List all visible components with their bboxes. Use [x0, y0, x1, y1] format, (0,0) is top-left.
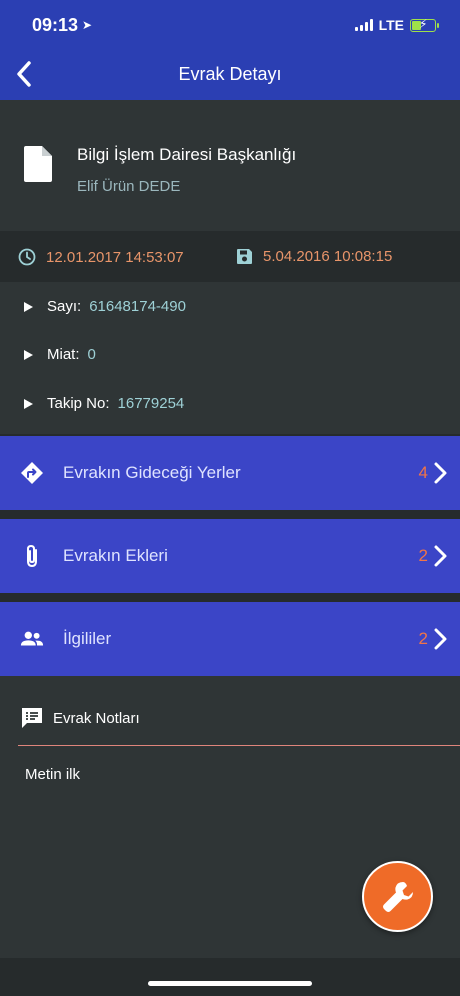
- nav-label: İlgililer: [63, 629, 112, 648]
- page-title: Evrak Detayı: [178, 64, 282, 84]
- app-header: 09:13 ➤ LTE ⚡ Evrak Detayı: [0, 0, 460, 100]
- info-value: 61648174-490: [89, 298, 186, 315]
- bullet-triangle-icon: [24, 398, 33, 409]
- created-date: 12.01.2017 14:53:07: [18, 248, 184, 266]
- info-row-takip-no: Takip No: 16779254: [24, 395, 184, 412]
- nav-row-ekler[interactable]: Evrakın Ekleri 2: [0, 519, 460, 593]
- tools-fab-button[interactable]: [362, 861, 433, 932]
- notes-text: Metin ilk: [25, 766, 81, 783]
- status-time: 09:13 ➤: [32, 15, 92, 36]
- notes-icon: [22, 708, 42, 728]
- bullet-triangle-icon: [24, 349, 33, 360]
- document-owner: Elif Ürün DEDE: [77, 178, 181, 195]
- chevron-right-icon: [434, 462, 447, 484]
- battery-icon: ⚡: [410, 17, 439, 32]
- notes-title: Evrak Notları: [53, 710, 140, 727]
- nav-count-badge: 2: [418, 629, 428, 648]
- saved-date-text: 5.04.2016 10:08:15: [263, 248, 393, 265]
- nav-label: Evrakın Ekleri: [63, 546, 168, 565]
- created-date-text: 12.01.2017 14:53:07: [46, 248, 184, 266]
- status-time-text: 09:13: [32, 15, 79, 35]
- document-card: [0, 100, 460, 230]
- info-label: Miat:: [47, 346, 80, 363]
- nav-row-gidecegi-yerler[interactable]: Evrakın Gideceği Yerler 4: [0, 436, 460, 510]
- paperclip-icon: [20, 544, 44, 568]
- info-label: Sayı:: [47, 298, 82, 315]
- status-indicators: LTE ⚡: [354, 17, 439, 33]
- chevron-right-icon: [434, 628, 447, 650]
- divider: [0, 510, 460, 519]
- clock-icon: [18, 248, 36, 266]
- info-row-sayi: Sayı: 61648174-490: [24, 298, 186, 315]
- bottom-bar: [0, 958, 460, 996]
- signal-icon: [354, 19, 373, 31]
- notes-header: Evrak Notları: [0, 696, 460, 746]
- divider: [0, 593, 460, 602]
- info-value: 0: [87, 346, 96, 363]
- info-value: 16779254: [117, 395, 185, 412]
- wrench-icon: [382, 881, 413, 912]
- save-icon: [237, 249, 252, 264]
- directions-icon: [20, 461, 44, 485]
- nav-count-badge: 4: [418, 463, 428, 482]
- nav-row-ilgililer[interactable]: İlgililer 2: [0, 602, 460, 676]
- chevron-right-icon: [434, 545, 447, 567]
- info-row-miat: Miat: 0: [24, 346, 96, 363]
- network-type: LTE: [378, 17, 404, 33]
- dates-bar: 12.01.2017 14:53:07 5.04.2016 10:08:15: [0, 231, 460, 282]
- info-label: Takip No:: [47, 395, 110, 412]
- location-arrow-icon: ➤: [82, 18, 93, 32]
- notes-divider: [18, 745, 460, 746]
- home-indicator[interactable]: [148, 981, 312, 986]
- people-icon: [20, 627, 44, 651]
- info-section: Sayı: 61648174-490 Miat: 0 Takip No: 167…: [0, 282, 460, 434]
- bullet-triangle-icon: [24, 301, 33, 312]
- saved-date: 5.04.2016 10:08:15: [236, 248, 392, 265]
- nav-label: Evrakın Gideceği Yerler: [63, 463, 241, 482]
- status-bar: 09:13 ➤ LTE ⚡: [0, 0, 460, 50]
- document-icon: [24, 146, 52, 182]
- nav-count-badge: 2: [418, 546, 428, 565]
- document-title: Bilgi İşlem Dairesi Başkanlığı: [77, 145, 297, 164]
